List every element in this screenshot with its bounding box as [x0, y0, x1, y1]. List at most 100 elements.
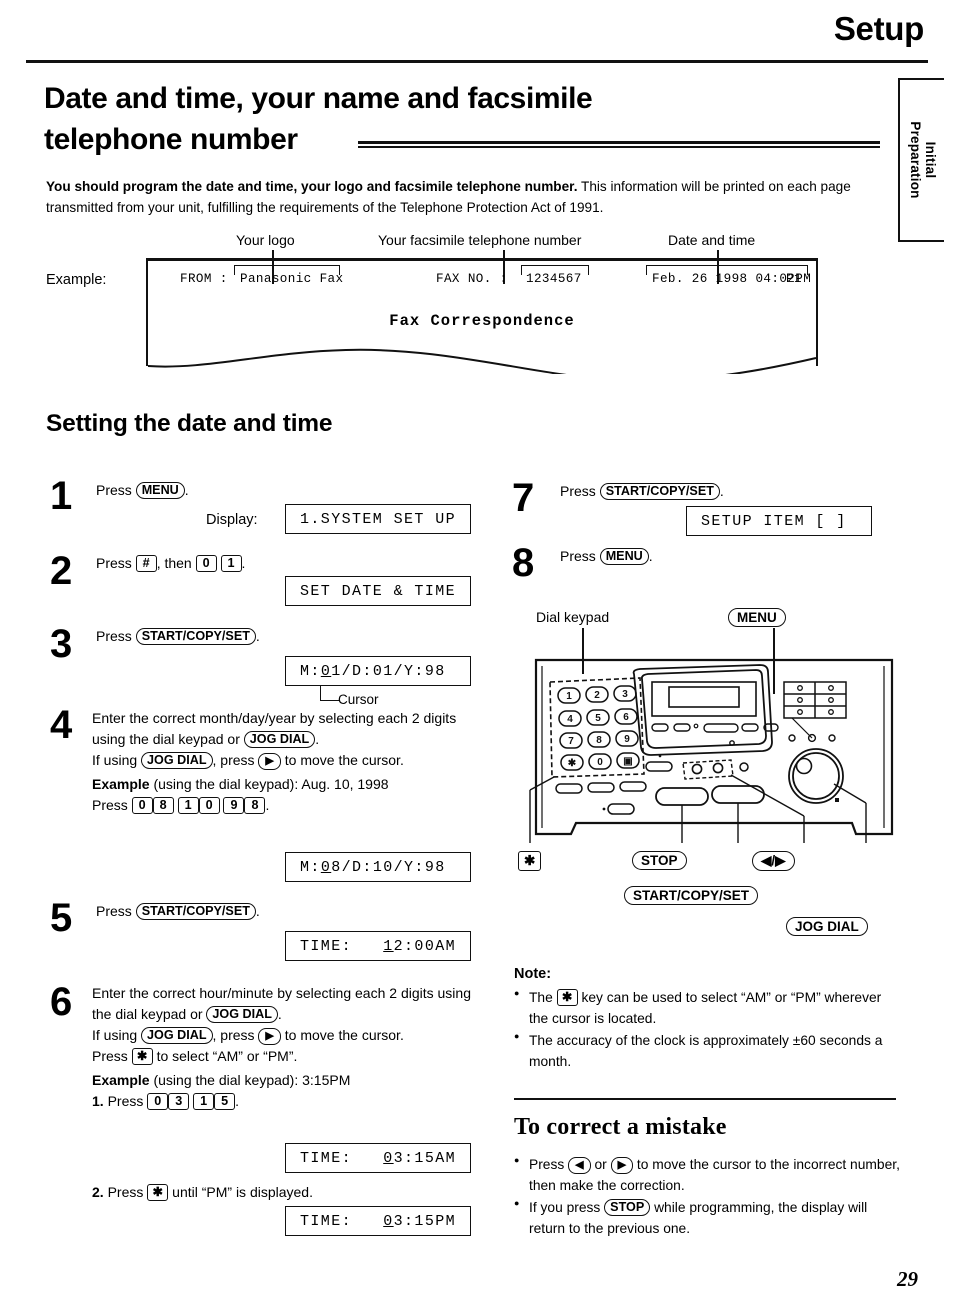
jog-dial-key-2[interactable]: JOG DIAL [141, 752, 213, 769]
step-7-number: 7 [512, 476, 535, 520]
menu-callout-key[interactable]: MENU [728, 608, 786, 627]
digit-key-8-b[interactable]: 8 [244, 797, 266, 814]
correct-mistake-title: To correct a mistake [514, 1114, 727, 1140]
lcd-step-4: M: 0 8/D:10/Y:98 [285, 852, 471, 882]
jog-dial-key-4[interactable]: JOG DIAL [141, 1027, 213, 1044]
step-6-line-3: Press ✱ to select “AM” or “PM”. [92, 1046, 488, 1067]
svg-text:7: 7 [568, 736, 574, 747]
step-6-ampm: to select “AM” or “PM”. [156, 1048, 298, 1064]
lcd-6a-cursor-char: 0 [383, 1149, 394, 1167]
example-label: Example: [46, 272, 107, 288]
star-callout-key[interactable]: ✱ [518, 851, 542, 871]
lcd-step-6-2: TIME: 0 3:15PM [285, 1206, 471, 1236]
star-key-note[interactable]: ✱ [556, 989, 578, 1006]
note-1-post: key can be used to select “AM” or “PM” w… [529, 990, 882, 1026]
step-5-period: . [255, 903, 260, 919]
step-4-example-line: Example (using the dial keypad): Aug. 10… [92, 774, 488, 795]
intro-paragraph: You should program the date and time, yo… [46, 176, 882, 219]
step-4-ifusing: If using [92, 752, 138, 768]
step-5-number: 5 [50, 896, 73, 940]
step-6-sub-2: 2. Press ✱ until “PM” is displayed. [92, 1182, 488, 1203]
menu-key-2[interactable]: MENU [599, 548, 649, 565]
step-4-movecursor: to move the cursor. [284, 752, 404, 768]
side-tab-label: Initial Preparation [900, 80, 944, 240]
digit-key-8-a[interactable]: 8 [152, 797, 174, 814]
side-tab-line-2: Preparation [908, 121, 923, 199]
step-1-text: Press MENU. [96, 480, 189, 501]
start-copy-set-key-2[interactable]: START/COPY/SET [135, 903, 256, 920]
digit-key-9-a[interactable]: 9 [223, 797, 245, 814]
step-6-line-2: If using JOG DIAL, press ▶ to move the c… [92, 1025, 488, 1046]
step-4-press-period: . [265, 797, 270, 813]
step-4-number: 4 [50, 703, 73, 747]
side-tab-initial-preparation: Initial Preparation [898, 78, 944, 242]
note-item-1: The ✱ key can be used to select “AM” or … [514, 987, 896, 1030]
note-heading: Note: [514, 966, 552, 982]
step-4-text: Enter the correct month/day/year by sele… [92, 708, 488, 816]
note-item-2: The accuracy of the clock is approximate… [514, 1030, 896, 1073]
menu-key[interactable]: MENU [135, 482, 185, 499]
digit-key-5-a[interactable]: 5 [214, 1093, 236, 1110]
jog-dial-key[interactable]: JOG DIAL [243, 731, 316, 748]
start-copy-set-callout-key[interactable]: START/COPY/SET [624, 886, 759, 905]
step-3-press-label: Press [96, 628, 132, 644]
digit-key-1-a[interactable]: 1 [177, 797, 199, 814]
lcd-4-pre: M: [300, 858, 321, 876]
lcd-6a-pre: TIME: [300, 1149, 384, 1167]
step-5-press-label: Press [96, 903, 132, 919]
right-arrow-key[interactable]: ▶ [258, 753, 281, 770]
left-arrow-key[interactable]: ◀ [568, 1157, 591, 1174]
step-8-period: . [648, 548, 653, 564]
stop-key[interactable]: STOP [604, 1198, 651, 1216]
step-8-press-label: Press [560, 548, 596, 564]
correct-item-2: If you press STOP while programming, the… [514, 1197, 900, 1240]
cursor-pointer-line [320, 686, 339, 701]
svg-text:8: 8 [596, 735, 602, 746]
digit-key-0[interactable]: 0 [195, 555, 217, 572]
start-copy-set-key[interactable]: START/COPY/SET [135, 628, 256, 645]
step-2-text: Press #, then 0 1. [96, 553, 245, 574]
right-arrow-key-3[interactable]: ▶ [610, 1157, 634, 1174]
digit-key-1-b[interactable]: 1 [193, 1093, 215, 1110]
star-key[interactable]: ✱ [131, 1048, 153, 1065]
svg-text:2: 2 [594, 690, 600, 701]
step-1-number: 1 [50, 474, 73, 518]
hash-key[interactable]: # [135, 555, 157, 572]
step-7-text: Press START/COPY/SET. [560, 481, 724, 502]
lcd-3-post: 1/D:01/Y:98 [331, 662, 446, 680]
start-copy-set-key-3[interactable]: START/COPY/SET [599, 483, 720, 500]
jog-dial-callout-key[interactable]: JOG DIAL [786, 917, 868, 936]
cursor-arrows-callout[interactable]: ◀/▶ [752, 851, 795, 871]
digit-key-0-b[interactable]: 0 [198, 797, 220, 814]
right-arrow-key-2[interactable]: ▶ [258, 1028, 281, 1045]
step-6-sub2-press: Press [107, 1184, 144, 1200]
step-6-sub1-period: . [235, 1093, 240, 1109]
digit-key-3-a[interactable]: 3 [168, 1093, 190, 1110]
step-3-text: Press START/COPY/SET. [96, 626, 260, 647]
fax-machine-diagram: 1 2 3 4 5 6 7 8 9 ✱ 0 ▣ [516, 638, 916, 843]
display-label: Display: [206, 512, 258, 528]
intro-bold: You should program the date and time, yo… [46, 179, 578, 194]
svg-text:5: 5 [595, 713, 601, 724]
callout-fax-number: Your facsimile telephone number [378, 232, 582, 248]
digit-key-1[interactable]: 1 [220, 555, 242, 572]
stop-callout-key[interactable]: STOP [632, 851, 687, 870]
lcd-6a-post: 3:15AM [393, 1149, 457, 1167]
lcd-3-pre: M: [300, 662, 321, 680]
star-key-2[interactable]: ✱ [147, 1184, 169, 1201]
callout-your-logo: Your logo [236, 232, 295, 248]
digit-key-0-c[interactable]: 0 [147, 1093, 169, 1110]
step-8-number: 8 [512, 541, 535, 585]
step-6-ifusing: If using [92, 1027, 138, 1043]
digit-key-0-a[interactable]: 0 [131, 797, 153, 814]
jog-dial-key-3[interactable]: JOG DIAL [206, 1006, 278, 1023]
step-4-p1-period: . [315, 731, 320, 747]
step-3-period: . [255, 628, 260, 644]
step-2-number: 2 [50, 549, 73, 593]
step-6-press2: , press [212, 1027, 255, 1043]
step-6-p1-period: . [277, 1006, 282, 1022]
step-8-text: Press MENU. [560, 546, 653, 567]
correct-2-pre: If you press [529, 1199, 601, 1215]
step-6-example-bold: Example [92, 1072, 150, 1088]
step-4-line-2: If using JOG DIAL, press ▶ to move the c… [92, 750, 488, 771]
